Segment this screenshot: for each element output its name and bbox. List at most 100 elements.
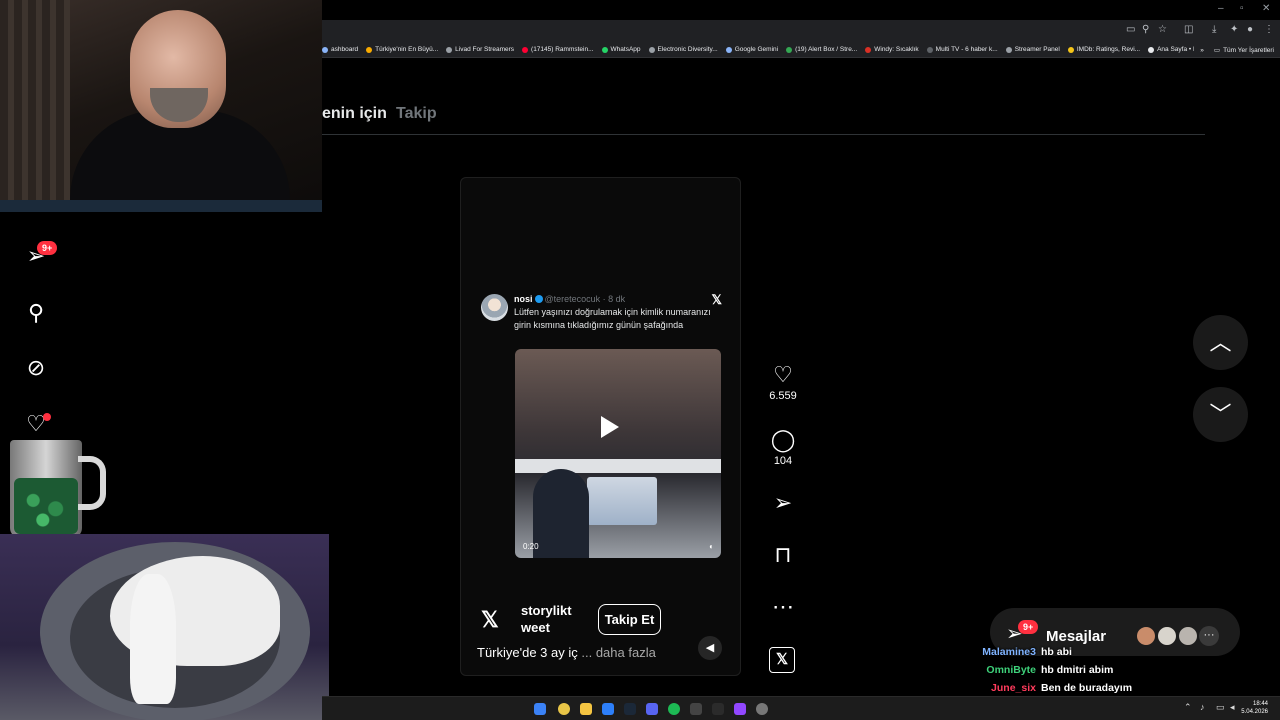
avatar[interactable] (1177, 625, 1199, 647)
compass-icon: ⊘ (26, 355, 46, 380)
tab-for-you[interactable]: enin için (322, 105, 387, 123)
all-bookmarks-button[interactable]: Tüm Yer İşaretleri (1223, 47, 1274, 54)
spotify-icon[interactable] (668, 703, 680, 715)
minimize-button[interactable]: – (1218, 3, 1224, 14)
bookmark-label: Livad For Streamers (455, 46, 515, 53)
bookmark-item[interactable]: IMDb: Ratings, Revi... (1067, 46, 1140, 53)
bookmark-item[interactable]: Streamer Panel (1005, 46, 1060, 53)
sidebar-explore[interactable]: ⊘ (22, 354, 50, 382)
more-options-button[interactable]: ⋯ (764, 594, 802, 620)
reel-video[interactable]: nosi @teretecocuk · 8 dk 𝕏 Lütfen yaşınız… (460, 177, 741, 676)
save-button[interactable]: ⊓ (764, 542, 802, 568)
bookmark-label: Türkiye'nin En Büyü... (375, 46, 439, 53)
app-icon[interactable] (712, 703, 724, 715)
play-icon[interactable] (601, 416, 619, 438)
video-time: 0:20 (523, 542, 539, 551)
chrome-icon[interactable] (558, 703, 570, 715)
chevron-down-icon: ﹀ (1209, 402, 1232, 427)
mute-icon[interactable]: ◐ (709, 542, 714, 551)
sidebar-search[interactable]: ⚲ (22, 299, 50, 327)
cast-icon[interactable]: ▭ (1126, 24, 1135, 35)
heart-icon: ♡ (773, 362, 793, 387)
store-icon[interactable] (602, 703, 614, 715)
tweet-video[interactable]: 0:20 ◐ (515, 349, 721, 558)
reel-caption: Türkiye'de 3 ay iç ... daha fazla (477, 645, 656, 660)
caption-text: Türkiye'de 3 ay iç (477, 645, 578, 660)
maximize-button[interactable]: ▫ (1240, 3, 1244, 14)
author-name[interactable]: storylikt weet (521, 602, 585, 636)
search-icon: ⚲ (27, 300, 45, 325)
system-clock[interactable]: 18:44 5.04.2026 (1241, 700, 1268, 716)
bookmark-item[interactable]: Livad For Streamers (446, 46, 514, 53)
sound-toggle-icon[interactable]: ◀ (698, 636, 722, 660)
chat-username: Malamine3 (982, 646, 1036, 658)
tweet-text: Lütfen yaşınızı doğrulamak için kimlik n… (514, 307, 711, 330)
bookmark-item[interactable]: Türkiye'nin En Büyü... (366, 46, 438, 53)
volume-icon[interactable]: ◂ (1230, 702, 1235, 713)
send-icon: ➢ (773, 490, 793, 515)
author-avatar-icon[interactable]: 𝕏 (481, 607, 499, 633)
display-icon[interactable]: ▭ (1216, 702, 1225, 713)
bookmark-item[interactable]: (17145) Rammstein... (522, 46, 594, 53)
like-button[interactable]: ♡ 6.559 (764, 362, 802, 402)
comment-button[interactable]: ◯ 104 (764, 427, 802, 467)
bookmark-item[interactable]: WhatsApp (601, 46, 641, 53)
steam-icon[interactable] (624, 703, 636, 715)
bookmark-item[interactable]: Multi TV - 6 haber k... (926, 46, 998, 53)
start-icon[interactable] (534, 703, 546, 715)
tweet-name: nosi (514, 294, 533, 304)
bookmark-favicon-icon (522, 46, 529, 53)
menu-icon[interactable]: ⋮ (1264, 24, 1274, 35)
avatar[interactable] (1135, 625, 1157, 647)
bookmark-label: ashboard (331, 46, 359, 53)
webcam-curtain (0, 0, 70, 212)
star-icon[interactable]: ☆ (1158, 24, 1167, 35)
bookmarks-overflow-button[interactable]: » (1200, 47, 1204, 54)
next-reel-button[interactable]: ﹀ (1193, 387, 1248, 442)
bookmark-item[interactable]: Electronic Diversity... (648, 46, 718, 53)
messages-label: Mesajlar (1046, 628, 1107, 645)
webcam-overlay (0, 0, 322, 212)
puzzle-icon[interactable]: ✦ (1230, 24, 1238, 35)
chat-text: hb dmitri abim (1041, 664, 1114, 676)
extensions-icon[interactable]: ◫ (1184, 24, 1193, 35)
bookmark-favicon-icon (322, 46, 328, 53)
share-button[interactable]: ➢ (764, 490, 802, 516)
bookmark-favicon-icon (926, 46, 933, 53)
chevron-up-icon: ︿ (1209, 330, 1232, 355)
bookmark-item[interactable]: ashboard (322, 46, 358, 53)
tab-divider (322, 134, 1205, 135)
previous-reel-button[interactable]: ︿ (1193, 315, 1248, 370)
caption-more-link[interactable]: ... daha fazla (581, 645, 655, 660)
tray-chevron-icon[interactable]: ⌃ (1184, 702, 1192, 713)
bookmark-item[interactable]: Windy: Sıcaklık (865, 46, 919, 53)
more-icon[interactable]: ··· (1199, 626, 1219, 646)
comment-icon: ◯ (770, 427, 796, 452)
reel-author: 𝕏 storylikt weet Takip Et (477, 601, 727, 641)
chat-text: Ben de buradayım (1041, 682, 1133, 694)
obs-icon[interactable] (734, 703, 746, 715)
mug-handle (78, 456, 106, 510)
notification-dot (43, 413, 51, 421)
tab-following[interactable]: Takip (396, 105, 437, 123)
mic-icon[interactable]: ♪ (1200, 702, 1205, 712)
folder-icon: ▭ (1213, 47, 1221, 54)
folder-icon[interactable] (580, 703, 592, 715)
bookmark-item[interactable]: Google Gemini (725, 46, 778, 53)
avatar[interactable] (1156, 625, 1178, 647)
close-window-button[interactable]: ✕ (1262, 3, 1270, 14)
profile-icon[interactable]: ● (1247, 24, 1253, 35)
bookmark-item[interactable]: (19) Alert Box / Stre... (786, 46, 857, 53)
chat-message: OmniByte hb dmitri abim (944, 664, 1164, 682)
bookmark-favicon-icon (648, 46, 655, 53)
video-scene-person (533, 469, 589, 558)
epic-icon[interactable] (690, 703, 702, 715)
app-icon[interactable] (756, 703, 768, 715)
chat-username: June_six (991, 682, 1036, 694)
zoom-icon[interactable]: ⚲ (1142, 24, 1149, 35)
audio-x-button[interactable]: 𝕏 (769, 647, 795, 673)
download-icon[interactable]: ⤓ (1212, 24, 1216, 35)
discord-icon[interactable] (646, 703, 658, 715)
chat-text: hb abi (1041, 646, 1072, 658)
follow-button[interactable]: Takip Et (598, 604, 661, 635)
